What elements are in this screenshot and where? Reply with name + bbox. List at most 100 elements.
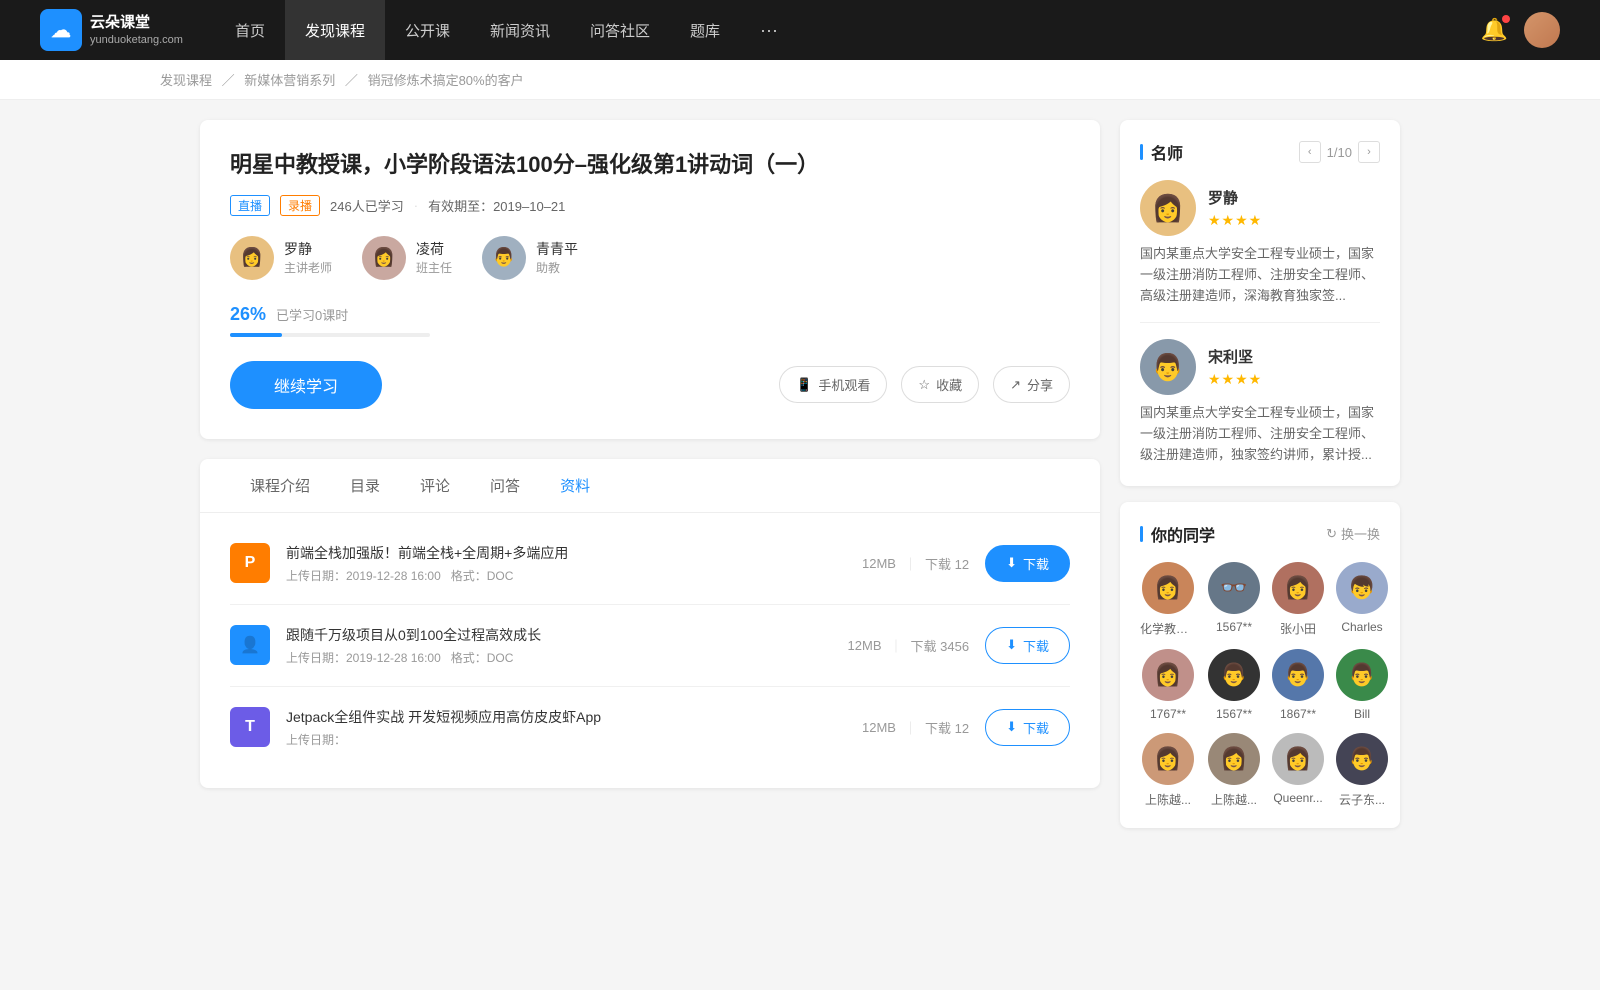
tab-intro[interactable]: 课程介绍 [230, 459, 330, 512]
star-icon: ☆ [918, 377, 930, 393]
download-label-1: 下载 [1023, 636, 1049, 655]
share-button[interactable]: ↗ 分享 [993, 366, 1070, 403]
nav-item-qa[interactable]: 问答社区 [570, 0, 670, 60]
nav-item-discover[interactable]: 发现课程 [285, 0, 385, 60]
next-page-button[interactable]: › [1358, 141, 1380, 163]
classmate-2-name: 张小田 [1280, 620, 1316, 637]
classmate-3-name: Charles [1341, 620, 1382, 634]
tabs-content: P 前端全栈加强版！前端全栈+全周期+多端应用 上传日期：2019-12-28 … [200, 513, 1100, 788]
teacher-1-avatar: 👩 [362, 236, 406, 280]
mobile-icon: 📱 [796, 377, 812, 393]
student-count: 246人已学习 [330, 196, 404, 215]
progress-pct: 26% [230, 304, 266, 325]
progress-text: 已学习0课时 [276, 305, 348, 324]
classmate-6[interactable]: 👨 1867** [1272, 649, 1324, 721]
breadcrumb: 发现课程 ／ 新媒体营销系列 ／ 销冠修炼术搞定80%的客户 [0, 60, 1600, 100]
teachers-title: 名师 [1151, 140, 1183, 164]
avatar[interactable] [1524, 12, 1560, 48]
resource-info-2: Jetpack全组件实战 开发短视频应用高仿皮皮虾App 上传日期： [286, 707, 803, 748]
classmate-9[interactable]: 👩 上陈越... [1208, 733, 1260, 808]
tabs-section: 课程介绍 目录 评论 问答 资料 P 前端全栈加强版！前端全栈+全周期+多端应用… [200, 459, 1100, 788]
classmate-10[interactable]: 👩 Queenr... [1272, 733, 1324, 808]
classmate-1-name: 1567** [1216, 620, 1252, 634]
sidebar-teacher-0: 👩 罗静 ★★★★ 国内某重点大学安全工程专业硕士，国家一级注册消防工程师、注册… [1140, 180, 1380, 306]
refresh-button[interactable]: ↻ 换一换 [1326, 524, 1380, 543]
mobile-watch-button[interactable]: 📱 手机观看 [779, 366, 887, 403]
share-label: 分享 [1027, 375, 1053, 394]
sidebar-teacher-0-stars: ★★★★ [1208, 212, 1262, 229]
classmate-5-name: 1567** [1216, 707, 1252, 721]
teacher-2-avatar: 👨 [482, 236, 526, 280]
resource-title-1: 跟随千万级项目从0到100全过程高效成长 [286, 625, 803, 645]
nav-item-news[interactable]: 新闻资讯 [470, 0, 570, 60]
tabs-header: 课程介绍 目录 评论 问答 资料 [200, 459, 1100, 513]
left-content: 明星中教授课，小学阶段语法100分–强化级第1讲动词（一） 直播 录播 246人… [200, 120, 1100, 828]
valid-period: 有效期至：2019–10–21 [428, 196, 565, 215]
tab-review[interactable]: 评论 [400, 459, 470, 512]
refresh-icon: ↻ [1326, 526, 1337, 542]
classmate-11[interactable]: 👨 云子东... [1336, 733, 1388, 808]
classmate-4[interactable]: 👩 1767** [1140, 649, 1196, 721]
download-button-1[interactable]: ⬇ 下载 [985, 627, 1070, 664]
nav-item-more[interactable]: ··· [740, 0, 798, 60]
collect-button[interactable]: ☆ 收藏 [901, 366, 979, 403]
resource-meta-1: 上传日期：2019-12-28 16:00 格式：DOC [286, 649, 803, 666]
sidebar-teacher-0-desc: 国内某重点大学安全工程专业硕士，国家一级注册消防工程师、注册安全工程师、高级注册… [1140, 244, 1380, 306]
sidebar-teacher-0-name: 罗静 [1208, 187, 1262, 208]
download-button-2[interactable]: ⬇ 下载 [985, 709, 1070, 746]
classmate-7[interactable]: 👨 Bill [1336, 649, 1388, 721]
nav-item-quiz[interactable]: 题库 [670, 0, 740, 60]
resource-icon-2: T [230, 707, 270, 747]
tab-qa[interactable]: 问答 [470, 459, 540, 512]
collect-label: 收藏 [936, 375, 962, 394]
tab-resource[interactable]: 资料 [540, 459, 610, 512]
download-button-0[interactable]: ⬇ 下载 [985, 545, 1070, 582]
classmate-8[interactable]: 👩 上陈越... [1140, 733, 1196, 808]
teachers-pagination: ‹ 1/10 › [1299, 141, 1380, 163]
teacher-1-role: 班主任 [416, 259, 452, 276]
classmate-5[interactable]: 👨 1567** [1208, 649, 1260, 721]
classmate-11-name: 云子东... [1339, 791, 1385, 808]
prev-page-button[interactable]: ‹ [1299, 141, 1321, 163]
resource-meta-0: 上传日期：2019-12-28 16:00 格式：DOC [286, 567, 803, 584]
continue-button[interactable]: 继续学习 [230, 361, 382, 409]
course-title: 明星中教授课，小学阶段语法100分–强化级第1讲动词（一） [230, 150, 1070, 181]
nav-item-home[interactable]: 首页 [215, 0, 285, 60]
resource-icon-0: P [230, 543, 270, 583]
breadcrumb-current[interactable]: 销冠修炼术搞定80%的客户 [368, 73, 524, 88]
classmates-title: 你的同学 [1151, 522, 1215, 546]
sidebar-teacher-1-desc: 国内某重点大学安全工程专业硕士，国家一级注册消防工程师、注册安全工程师、级注册建… [1140, 403, 1380, 465]
navbar-logo[interactable]: ☁ 云朵课堂 yunduoketang.com [40, 9, 183, 51]
breadcrumb-sep-1: ／ [222, 73, 235, 88]
teachers-row: 👩 罗静 主讲老师 👩 凌荷 班主任 👨 青青平 [230, 236, 1070, 280]
sidebar-teacher-1-stars: ★★★★ [1208, 371, 1262, 388]
tab-catalog[interactable]: 目录 [330, 459, 400, 512]
classmates-grid: 👩 化学教书... 👓 1567** 👩 张小田 👦 Charles 👩 [1140, 562, 1380, 808]
sidebar-teacher-1: 👨 宋利坚 ★★★★ 国内某重点大学安全工程专业硕士，国家一级注册消防工程师、注… [1140, 339, 1380, 465]
nav-list: 首页 发现课程 公开课 新闻资讯 问答社区 题库 ··· [215, 0, 798, 60]
refresh-label: 换一换 [1341, 524, 1380, 543]
teachers-header: 名师 ‹ 1/10 › [1140, 140, 1380, 164]
bell-button[interactable]: 🔔 [1481, 17, 1508, 43]
download-label-0: 下载 [1023, 554, 1049, 573]
classmate-3[interactable]: 👦 Charles [1336, 562, 1388, 637]
badge-record: 录播 [280, 195, 320, 216]
classmate-2[interactable]: 👩 张小田 [1272, 562, 1324, 637]
nav-item-public[interactable]: 公开课 [385, 0, 470, 60]
progress-bar-bg [230, 333, 430, 337]
progress-label-row: 26% 已学习0课时 [230, 304, 1070, 325]
classmate-0[interactable]: 👩 化学教书... [1140, 562, 1196, 637]
meta-sep: · [414, 198, 418, 213]
classmate-6-name: 1867** [1280, 707, 1316, 721]
resource-title-0: 前端全栈加强版！前端全栈+全周期+多端应用 [286, 543, 803, 563]
classmates-card: 你的同学 ↻ 换一换 👩 化学教书... 👓 1567** 👩 [1120, 502, 1400, 828]
navbar-right: 🔔 [1481, 12, 1560, 48]
classmate-1[interactable]: 👓 1567** [1208, 562, 1260, 637]
breadcrumb-series[interactable]: 新媒体营销系列 [244, 73, 335, 88]
classmate-9-name: 上陈越... [1211, 791, 1257, 808]
teacher-1-info: 凌荷 班主任 [416, 239, 452, 276]
teacher-2-info: 青青平 助教 [536, 239, 578, 276]
progress-bar-fill [230, 333, 282, 337]
sidebar-teacher-0-header: 👩 罗静 ★★★★ [1140, 180, 1380, 236]
breadcrumb-discover[interactable]: 发现课程 [160, 73, 212, 88]
